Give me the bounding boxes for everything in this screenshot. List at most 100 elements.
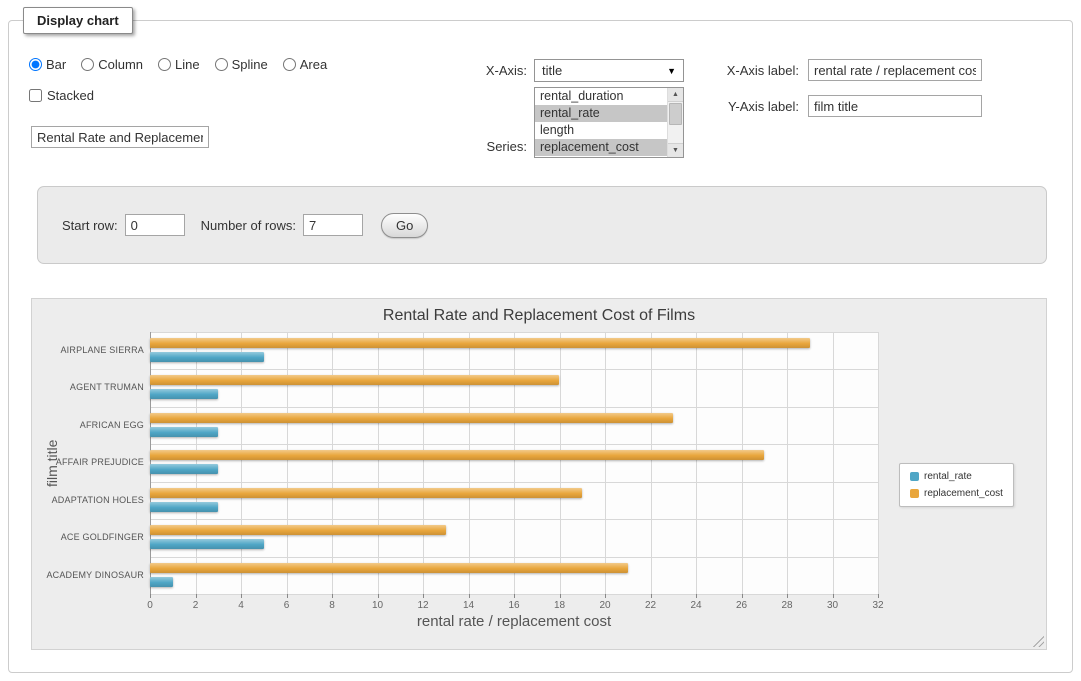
x-gridline — [833, 332, 834, 594]
bar-rental_rate — [150, 427, 218, 437]
chart-type-line-label: Line — [175, 57, 200, 72]
chart-type-radio-group: Bar Column Line Spline Area — [29, 57, 327, 72]
stacked-option[interactable]: Stacked — [29, 88, 94, 103]
x-tick-mark — [605, 594, 606, 598]
x-tick-mark — [651, 594, 652, 598]
go-button[interactable]: Go — [381, 213, 428, 238]
bar-replacement_cost — [150, 563, 628, 573]
category-label: AGENT TRUMAN — [40, 369, 144, 406]
bar-rental_rate — [150, 502, 218, 512]
xaxis-caption-label: X-Axis label: — [685, 63, 799, 78]
category-label: ADAPTATION HOLES — [40, 482, 144, 519]
bar-rental_rate — [150, 389, 218, 399]
bar-replacement_cost — [150, 450, 764, 460]
stacked-label: Stacked — [47, 88, 94, 103]
x-tick-mark — [514, 594, 515, 598]
x-tick-mark — [560, 594, 561, 598]
x-gridline — [196, 332, 197, 594]
chart-type-column-radio[interactable] — [81, 58, 94, 71]
series-list-label: Series: — [459, 139, 527, 154]
chart-title-input[interactable] — [31, 126, 209, 148]
x-tick-mark — [742, 594, 743, 598]
stacked-checkbox[interactable] — [29, 89, 42, 102]
x-tick-label: 8 — [312, 600, 352, 611]
category-label: AFRICAN EGG — [40, 407, 144, 444]
x-tick-label: 0 — [130, 600, 170, 611]
chart-type-bar-label: Bar — [46, 57, 66, 72]
x-tick-mark — [378, 594, 379, 598]
num-rows-label: Number of rows: — [201, 218, 296, 233]
series-listbox[interactable]: rental_duration rental_rate length repla… — [534, 87, 684, 158]
x-tick-label: 2 — [176, 600, 216, 611]
scrollbar-thumb[interactable] — [669, 103, 682, 125]
x-tick-label: 10 — [358, 600, 398, 611]
x-tick-mark — [241, 594, 242, 598]
chart-type-line[interactable]: Line — [158, 57, 200, 72]
x-gridline — [514, 332, 515, 594]
x-gridline — [605, 332, 606, 594]
num-rows-input[interactable] — [303, 214, 363, 236]
x-gridline — [469, 332, 470, 594]
yaxis-caption-label: Y-Axis label: — [685, 99, 799, 114]
chart-title: Rental Rate and Replacement Cost of Film… — [32, 307, 1046, 325]
legend-label: replacement_cost — [924, 488, 1003, 499]
series-option-length[interactable]: length — [535, 122, 667, 139]
xaxis-caption-input[interactable] — [808, 59, 982, 81]
chart-type-area-radio[interactable] — [283, 58, 296, 71]
x-tick-label: 20 — [585, 600, 625, 611]
bar-replacement_cost — [150, 525, 446, 535]
x-tick-mark — [287, 594, 288, 598]
xaxis-select[interactable]: title ▼ — [534, 59, 684, 82]
x-tick-label: 4 — [221, 600, 261, 611]
chart-type-line-radio[interactable] — [158, 58, 171, 71]
series-options: rental_duration rental_rate length repla… — [535, 88, 667, 157]
legend-label: rental_rate — [924, 471, 972, 482]
chart-type-bar[interactable]: Bar — [29, 57, 66, 72]
x-gridline — [878, 332, 879, 594]
x-tick-mark — [696, 594, 697, 598]
legend-swatch-rental_rate — [910, 472, 919, 481]
x-tick-mark — [196, 594, 197, 598]
chart-resize-handle[interactable] — [1032, 635, 1044, 647]
x-tick-label: 22 — [631, 600, 671, 611]
series-scrollbar[interactable]: ▲ ▼ — [667, 88, 683, 157]
series-option-rental-rate[interactable]: rental_rate — [535, 105, 667, 122]
bar-replacement_cost — [150, 338, 810, 348]
x-tick-label: 12 — [403, 600, 443, 611]
x-axis-title: rental rate / replacement cost — [150, 613, 878, 630]
xaxis-select-label: X-Axis: — [459, 63, 527, 78]
display-chart-fieldset: Display chart Bar Column Line Spline Are… — [8, 20, 1073, 673]
chart-type-bar-radio[interactable] — [29, 58, 42, 71]
x-tick-label: 30 — [813, 600, 853, 611]
x-gridline — [696, 332, 697, 594]
category-label: ACE GOLDFINGER — [40, 519, 144, 556]
chart-type-column-label: Column — [98, 57, 143, 72]
chart-type-spline-label: Spline — [232, 57, 268, 72]
x-tick-label: 14 — [449, 600, 489, 611]
x-gridline — [423, 332, 424, 594]
chart-panel: Rental Rate and Replacement Cost of Film… — [31, 298, 1047, 650]
chart-type-spline[interactable]: Spline — [215, 57, 268, 72]
start-row-input[interactable] — [125, 214, 185, 236]
chart-type-area-label: Area — [300, 57, 327, 72]
x-gridline — [150, 332, 151, 594]
x-gridline — [651, 332, 652, 594]
x-tick-mark — [833, 594, 834, 598]
scroll-up-icon[interactable]: ▲ — [668, 88, 683, 102]
x-gridline — [378, 332, 379, 594]
row-range-panel: Start row: Number of rows: Go — [37, 186, 1047, 264]
bar-replacement_cost — [150, 413, 673, 423]
yaxis-caption-input[interactable] — [808, 95, 982, 117]
legend-item: replacement_cost — [910, 488, 1003, 499]
x-tick-mark — [332, 594, 333, 598]
chart-type-spline-radio[interactable] — [215, 58, 228, 71]
scroll-down-icon[interactable]: ▼ — [668, 143, 683, 157]
series-option-rental-duration[interactable]: rental_duration — [535, 88, 667, 105]
x-gridline — [287, 332, 288, 594]
plot-area — [150, 332, 878, 594]
chart-type-area[interactable]: Area — [283, 57, 327, 72]
bar-rental_rate — [150, 464, 218, 474]
bar-rental_rate — [150, 577, 173, 587]
chart-type-column[interactable]: Column — [81, 57, 143, 72]
series-option-replacement-cost[interactable]: replacement_cost — [535, 139, 667, 156]
